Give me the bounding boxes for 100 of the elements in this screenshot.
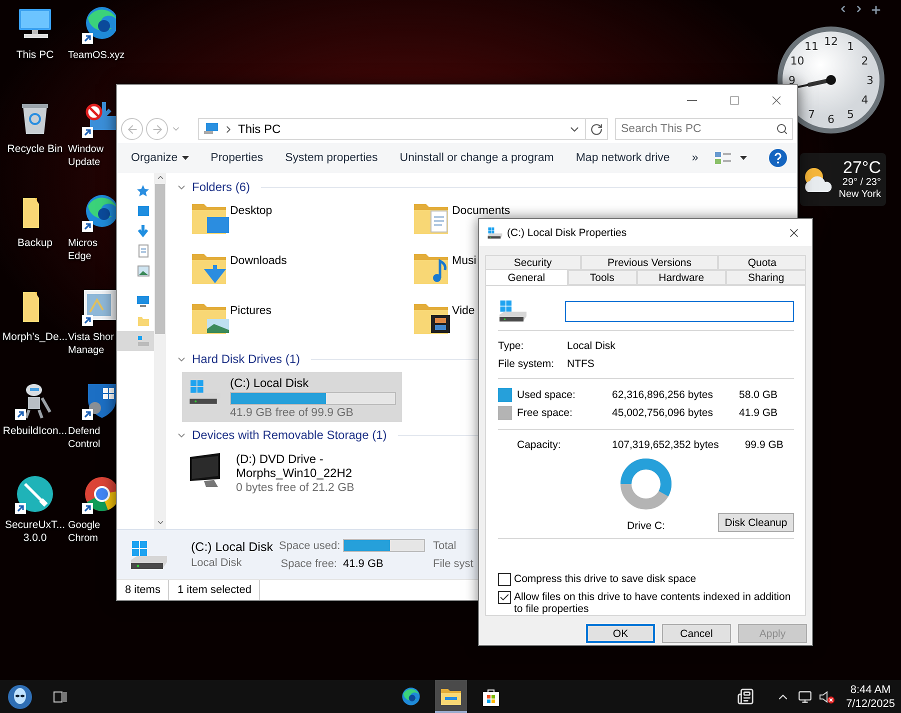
toolbar-button[interactable]: Map network drive xyxy=(564,146,681,170)
folder-name[interactable]: Vide xyxy=(452,297,475,317)
address-text: This PC xyxy=(238,122,282,136)
folder-name[interactable]: Downloads xyxy=(230,247,287,267)
group-heading[interactable]: Folders (6) xyxy=(192,180,250,194)
desktop-icon-label[interactable]: Edge xyxy=(68,250,92,263)
desktop-icon-label[interactable]: TeamOS.xyz xyxy=(68,49,125,62)
dialog-button[interactable]: Cancel xyxy=(662,624,731,643)
desktop-icon-label[interactable]: Window xyxy=(68,143,104,156)
folder-name[interactable]: Musi xyxy=(452,247,476,267)
toolbar-button[interactable]: » xyxy=(680,146,710,170)
tab[interactable]: General xyxy=(485,269,568,285)
details-label: Total xyxy=(433,540,458,552)
desktop-icon-label[interactable]: Micros xyxy=(68,237,98,250)
help-icon[interactable] xyxy=(769,149,787,167)
drive-info: 41.9 GB free of 99.9 GB xyxy=(230,407,354,419)
taskbar-app[interactable] xyxy=(434,680,466,713)
temperature: 27°C xyxy=(843,158,881,177)
taskbar-date[interactable]: 7/12/2025 xyxy=(846,696,895,710)
speaker-icon[interactable] xyxy=(819,690,836,704)
desktop-icon-label[interactable]: Update xyxy=(68,156,100,169)
clock-numeral: 10 xyxy=(790,54,804,68)
checkbox[interactable] xyxy=(498,591,511,604)
city-name: New York xyxy=(838,189,881,201)
alien-head-icon xyxy=(7,684,33,710)
drive-info: 0 bytes free of 21.2 GB xyxy=(236,482,356,494)
tab[interactable]: Sharing xyxy=(726,270,806,285)
space-size: 41.9 GB xyxy=(739,407,779,420)
monitor-icon xyxy=(136,294,150,308)
group-heading[interactable]: Hard Disk Drives (1) xyxy=(192,352,300,366)
network-icon[interactable] xyxy=(798,690,812,704)
desktop-icon-label[interactable]: Chrom xyxy=(68,532,98,545)
scroll-down-icon[interactable] xyxy=(156,518,164,527)
desktop-icon-label[interactable]: This PC xyxy=(16,49,54,62)
add-icon[interactable] xyxy=(870,4,882,16)
desktop-icon-label[interactable]: Backup xyxy=(17,237,53,250)
drive-label: Drive C: xyxy=(627,520,665,532)
checkbox-label: Compress this drive to save disk space xyxy=(514,573,696,586)
tab[interactable]: Tools xyxy=(568,270,637,285)
toolbar-button[interactable]: Organize xyxy=(120,146,200,170)
space-label: Free space: xyxy=(517,407,574,420)
next-icon[interactable] xyxy=(854,4,864,14)
arrow-right-icon xyxy=(150,122,164,136)
desktop-icon-label[interactable]: Defend xyxy=(68,425,100,438)
tab[interactable]: Security xyxy=(485,255,581,270)
desktop-icon-label[interactable]: 3.0.0 xyxy=(23,532,47,545)
clock-numeral: 1 xyxy=(847,40,854,54)
info-value: Local Disk xyxy=(567,340,616,352)
group-heading[interactable]: Devices with Removable Storage (1) xyxy=(192,428,387,442)
drive-tile[interactable]: (C:) Local Disk 41.9 GB free of 99.9 GB xyxy=(182,372,402,422)
desktop-icon-label[interactable]: RebuildIcon... xyxy=(2,425,68,438)
download-icon xyxy=(136,224,150,238)
desktop-icon-label[interactable]: Control xyxy=(68,438,100,451)
search-icon xyxy=(776,123,788,135)
clock-numeral: 4 xyxy=(861,94,868,106)
tab[interactable]: Previous Versions xyxy=(580,255,718,270)
folder-name[interactable]: Pictures xyxy=(230,297,272,317)
folder-icon xyxy=(136,314,150,328)
tab[interactable]: Hardware xyxy=(636,270,726,285)
square-icon xyxy=(136,204,150,218)
clock-numeral: 9 xyxy=(788,74,796,87)
sun-cloud-icon xyxy=(802,166,834,194)
folder-name[interactable]: Desktop xyxy=(230,197,272,217)
newspaper-icon[interactable] xyxy=(736,688,754,705)
scrollbar-thumb[interactable] xyxy=(155,184,165,334)
toolbar-button[interactable]: System properties xyxy=(274,146,389,170)
space-size: 58.0 GB xyxy=(739,388,779,401)
dialog-title: (C:) Local Disk Properties xyxy=(507,226,628,238)
desktop-icon-label[interactable]: Google xyxy=(68,519,100,532)
taskbar-time[interactable]: 8:44 AM xyxy=(850,682,891,696)
address-bar[interactable]: This PC xyxy=(198,118,608,140)
toolbar-button[interactable]: Uninstall or change a program xyxy=(388,146,565,170)
desktop-icon-label[interactable]: Manage xyxy=(68,344,104,357)
folder-name[interactable]: Documents xyxy=(452,197,510,217)
space-bytes: 45,002,756,096 bytes xyxy=(612,407,714,420)
desktop-icon-label[interactable]: Vista Shor xyxy=(68,331,114,344)
drive-tile[interactable]: (D:) DVD Drive - Morphs_Win10_22H2 0 bytes free of 21.2 GB xyxy=(182,448,402,497)
drive-name: (C:) Local Disk xyxy=(230,376,310,390)
toolbar-button[interactable]: Properties xyxy=(200,146,274,170)
drive-name-field[interactable] xyxy=(565,300,794,322)
clock-numeral: 3 xyxy=(866,74,874,87)
caret-icon[interactable] xyxy=(740,156,747,160)
disk-cleanup-button[interactable]: Disk Cleanup xyxy=(718,513,794,532)
clock-numeral: 2 xyxy=(861,54,868,68)
previous-icon[interactable] xyxy=(838,4,848,14)
search-field[interactable]: Search This PC xyxy=(615,118,793,140)
checkbox[interactable] xyxy=(498,573,511,586)
info-value: NTFS xyxy=(567,358,596,370)
desktop-icon-label[interactable]: Morph’s_De... xyxy=(2,331,68,344)
desktop-icon-label[interactable]: Recycle Bin xyxy=(7,143,63,156)
status-text: 1 item selected xyxy=(169,580,260,600)
desktop-icon-label[interactable]: SecureUxT... xyxy=(4,519,66,532)
view-options-icon[interactable] xyxy=(714,150,732,166)
scroll-up-icon[interactable] xyxy=(156,173,164,182)
clock-numeral: 12 xyxy=(824,35,838,48)
clock-numeral: 11 xyxy=(804,40,818,54)
swirl-icon xyxy=(400,686,422,708)
brush-icon[interactable] xyxy=(15,474,55,514)
dialog-button[interactable]: OK xyxy=(586,624,655,643)
tab[interactable]: Quota xyxy=(718,255,806,270)
